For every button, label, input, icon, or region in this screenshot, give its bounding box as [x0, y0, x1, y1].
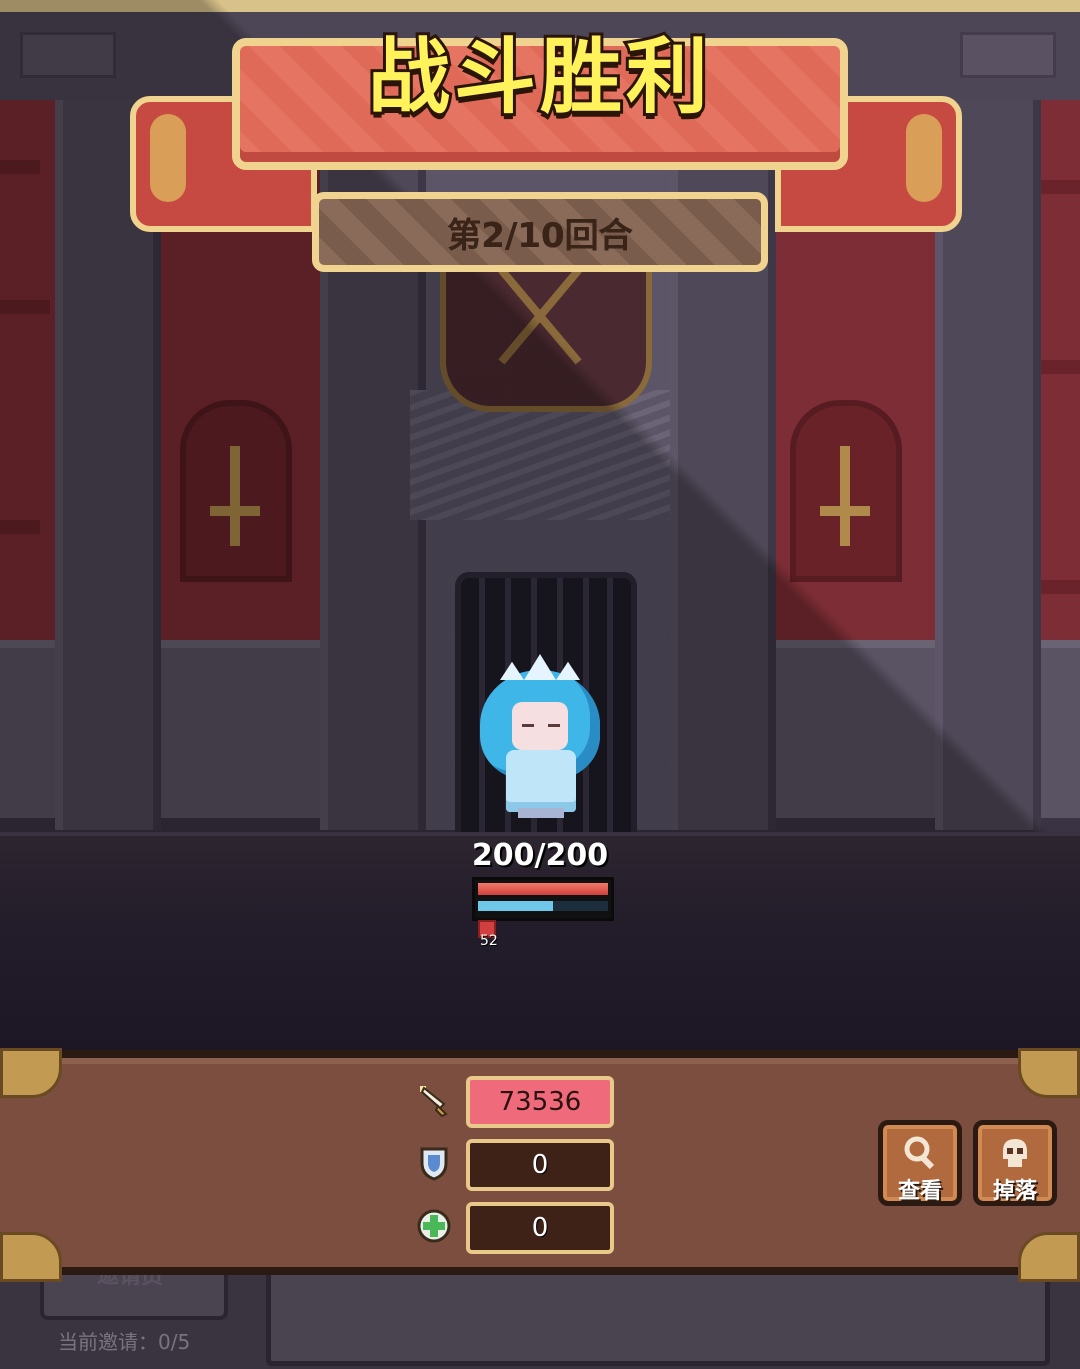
- victory-title: 战斗胜利: [365, 27, 712, 128]
- panel-corner-ornament: [1018, 1232, 1080, 1282]
- panel-corner-ornament: [0, 1232, 62, 1282]
- buff-count: 52: [480, 933, 498, 949]
- mana-bar-fill: [478, 901, 554, 911]
- battle-scene: 200/200 52 战斗胜利 第2/10回合 邀请员 当前邀请：0/5 735…: [0, 0, 1080, 1369]
- hp-bar-track: [478, 883, 608, 895]
- view-button-label: 查看: [897, 1179, 942, 1204]
- drop-button-label: 掉落: [992, 1179, 1037, 1204]
- view-button[interactable]: 查看: [878, 1120, 962, 1206]
- hero-dress: [506, 750, 576, 812]
- damage-taken-value: 0: [466, 1139, 614, 1191]
- round-counter: 第2/10回合: [447, 216, 633, 256]
- heal-icon: [414, 1206, 454, 1246]
- mana-bar-track: [478, 901, 608, 911]
- hp-bar-fill: [478, 883, 608, 895]
- panel-corner-ornament: [1018, 1048, 1080, 1098]
- drop-button[interactable]: 掉落: [973, 1120, 1057, 1206]
- heal-value: 0: [466, 1202, 614, 1254]
- hero-hp-text: 200/200: [471, 838, 609, 873]
- shield-icon: [414, 1143, 454, 1183]
- bottom-scene-frame: [266, 1262, 1050, 1366]
- hero-character[interactable]: [470, 650, 610, 820]
- damage-value: 73536: [466, 1076, 614, 1128]
- sword-icon: [414, 1080, 454, 1120]
- hero-status-bars: [472, 877, 614, 921]
- invite-status: 当前邀请：0/5: [58, 1330, 191, 1354]
- crown-icon: [500, 654, 580, 680]
